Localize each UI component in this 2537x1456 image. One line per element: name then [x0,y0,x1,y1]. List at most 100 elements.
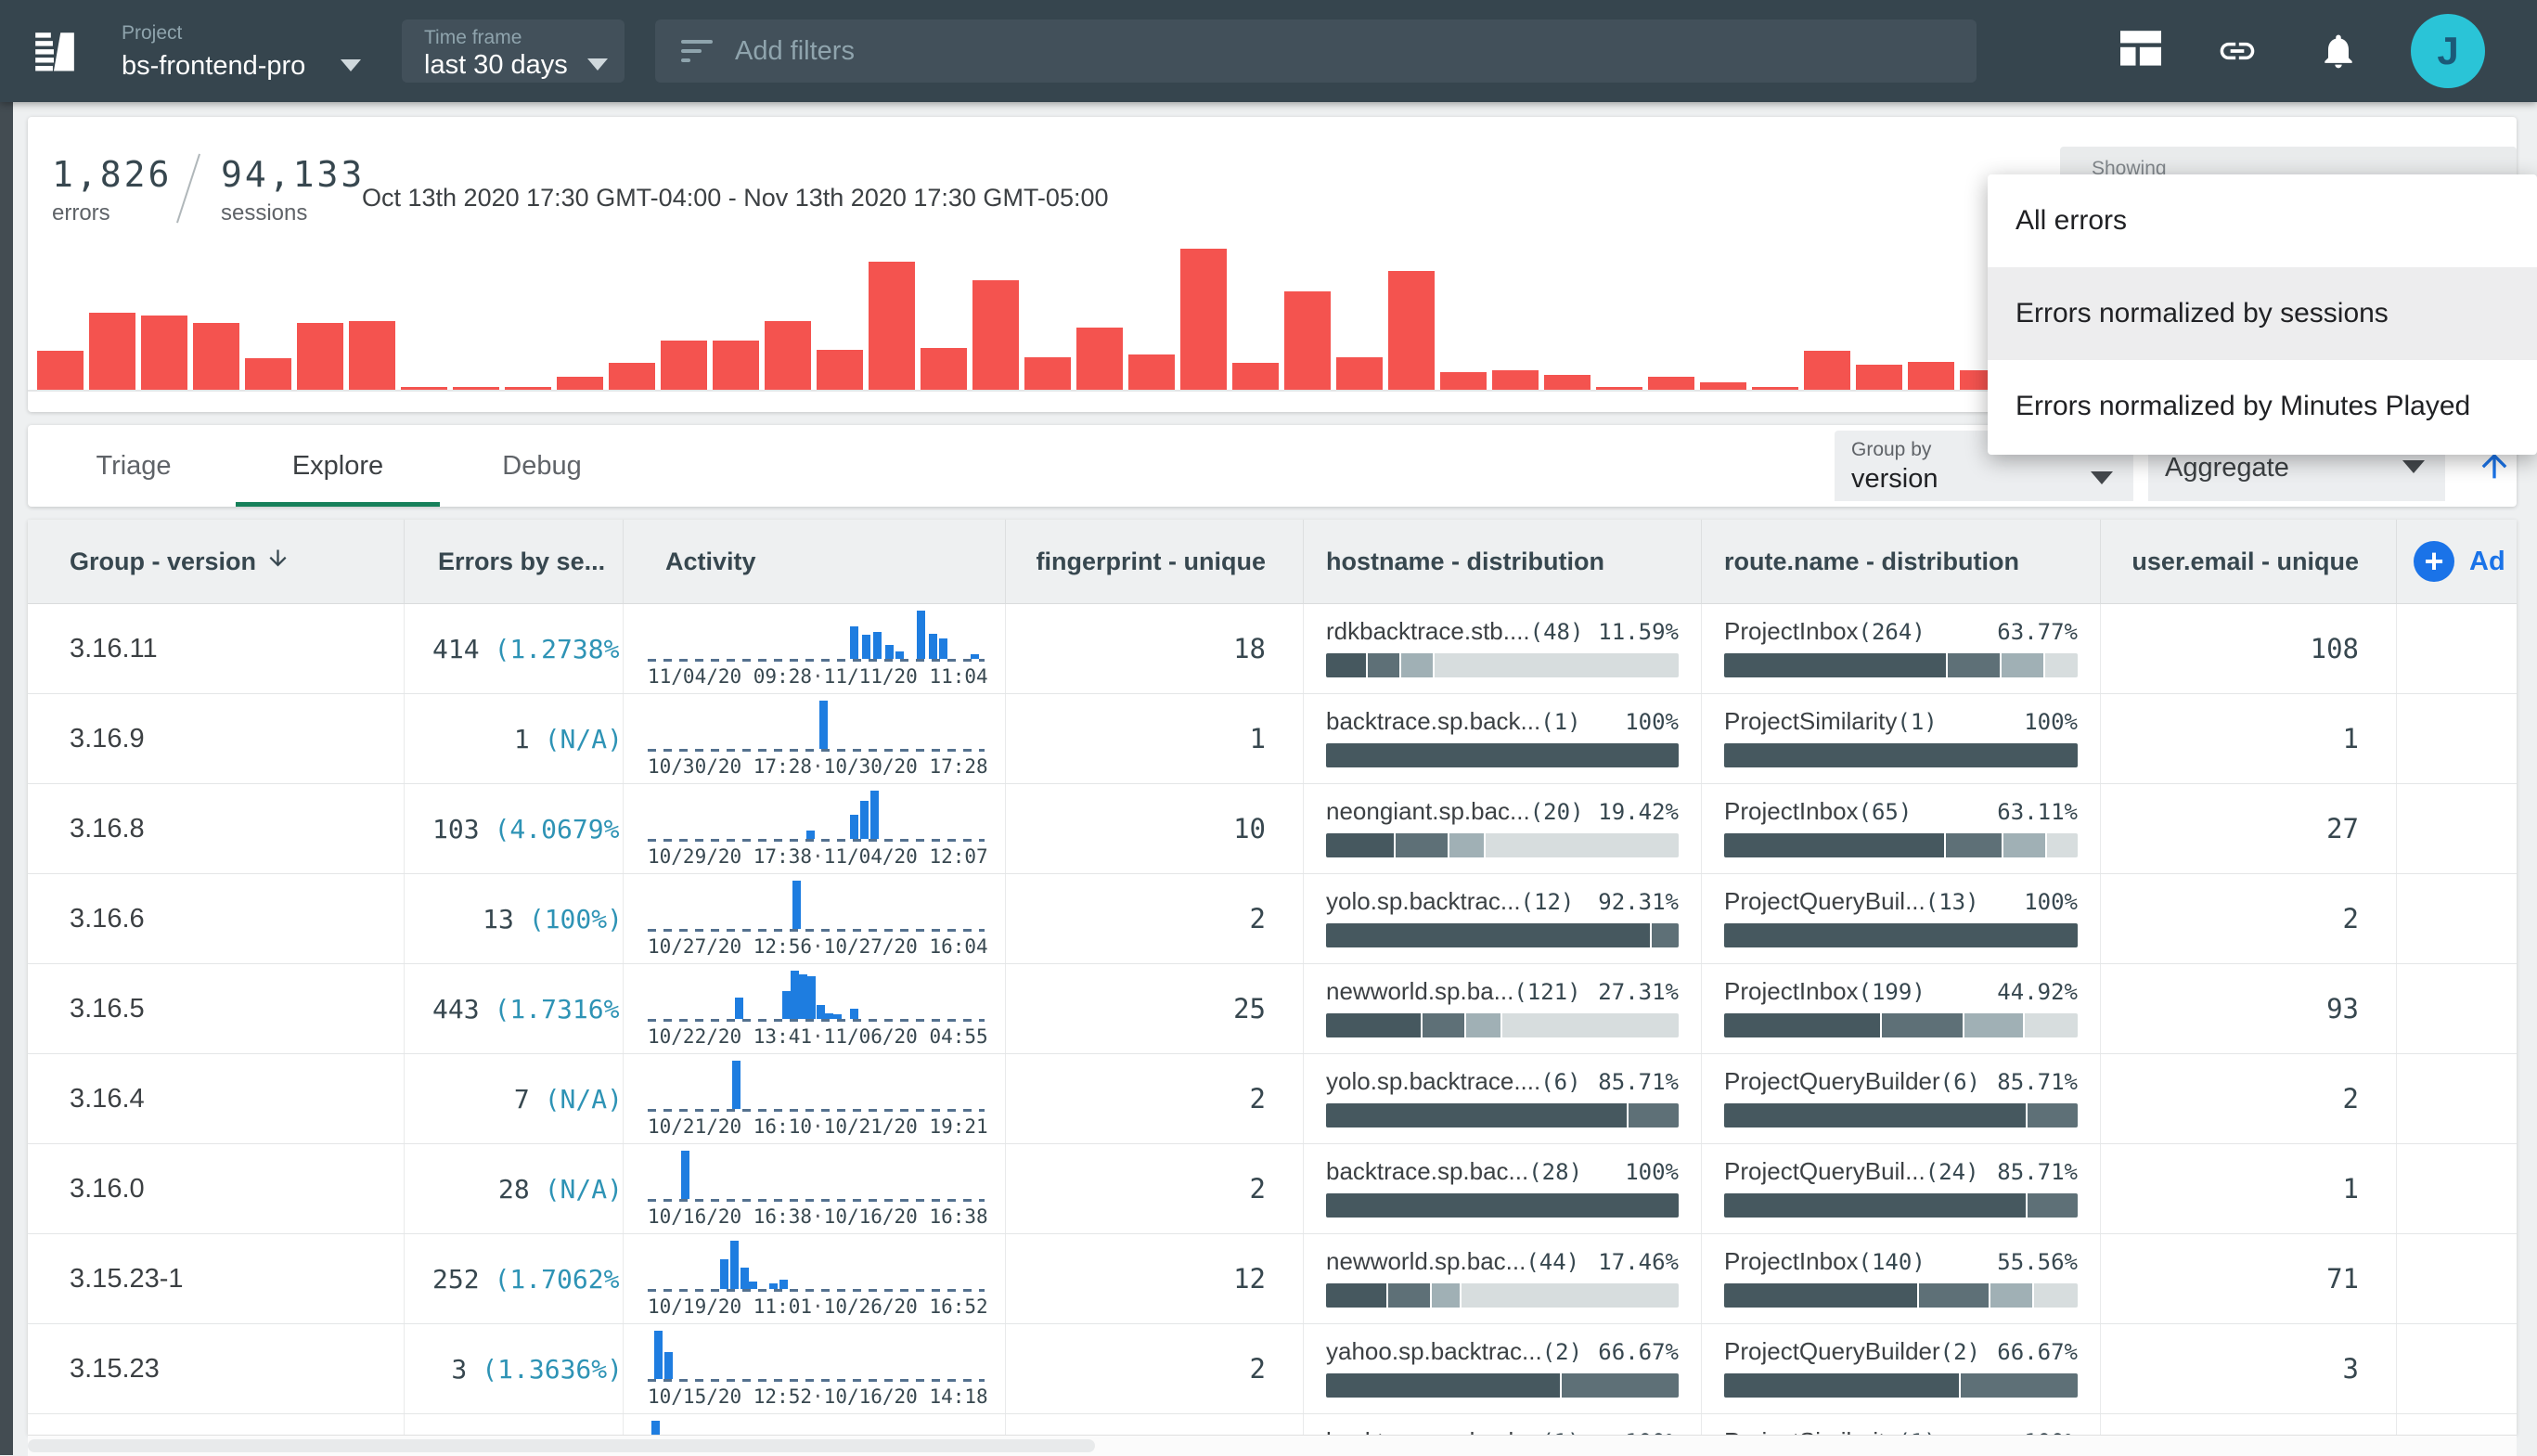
histogram-bar[interactable] [401,387,447,390]
activity-start-date: 10/16/20 16:38 [648,1205,812,1228]
histogram-bar[interactable] [609,363,655,390]
distribution-count: (1) [1540,709,1580,735]
histogram-bar[interactable] [1024,357,1071,390]
add-column-button[interactable]: +Ad [2397,520,2517,603]
timeframe-selector[interactable]: Time frame last 30 days [402,19,625,83]
distribution-count: (65) [1859,799,1912,825]
histogram-bar[interactable] [1440,372,1487,390]
link-icon[interactable] [2217,31,2258,71]
table-row[interactable]: 3.16.028(N/A)10/16/20 16:38·10/16/20 16:… [28,1144,2517,1234]
histogram-bar[interactable] [297,323,343,390]
histogram-bar[interactable] [37,351,84,390]
tab-debug[interactable]: Debug [440,425,644,507]
table-row[interactable]: 3.15.221(100%)1backtrace.sp.back...(1)10… [28,1414,2517,1435]
histogram-bar[interactable] [1492,370,1539,390]
table-row[interactable]: 3.16.91(N/A)10/30/20 17:28·10/30/20 17:2… [28,694,2517,784]
errors-percent: (N/A) [545,1084,623,1115]
distribution-count: (140) [1859,1249,1925,1275]
distribution-bar [1326,743,1679,767]
histogram-bar[interactable] [557,377,603,390]
cell-group-version: 3.16.5 [28,964,405,1053]
histogram-bar[interactable] [1388,271,1435,390]
table-row[interactable]: 3.16.8103(4.0679%)10/29/20 17:38·11/04/2… [28,784,2517,874]
column-header-5[interactable]: route.name - distribution [1702,520,2101,603]
histogram-bar[interactable] [817,350,863,390]
scrollbar-thumb[interactable] [28,1439,1095,1452]
histogram-bar[interactable] [505,387,551,390]
column-header-6[interactable]: user.email - unique [2101,520,2397,603]
histogram-bar[interactable] [1544,375,1590,390]
distribution-bar [1724,653,2078,677]
histogram-bar[interactable] [869,262,915,390]
horizontal-scrollbar[interactable] [28,1435,2517,1456]
histogram-bar[interactable] [193,323,239,390]
histogram-bar[interactable] [245,358,291,390]
activity-start-date: 10/27/20 12:56 [648,935,812,958]
table-row[interactable]: 3.15.23-1252(1.7062%)10/19/20 11:01·10/2… [28,1234,2517,1324]
histogram-bar[interactable] [1648,377,1694,390]
activity-end-date: 10/16/20 16:38 [824,1205,988,1228]
table-row[interactable]: 3.16.11414(1.2738%)11/04/20 09:28·11/11/… [28,604,2517,694]
histogram-bar[interactable] [141,316,187,390]
user-avatar[interactable]: J [2411,14,2485,88]
backtrace-logo-icon[interactable] [32,28,78,74]
distribution-bar [1326,1013,1679,1037]
histogram-bar[interactable] [1128,354,1175,390]
dashboard-layout-icon[interactable] [2120,31,2161,71]
sort-descending-icon[interactable] [265,546,290,577]
distribution-segment [1724,1013,1880,1037]
tab-triage[interactable]: Triage [32,425,236,507]
column-header-2[interactable]: Activity [624,520,1006,603]
histogram-bar[interactable] [1232,363,1279,390]
column-header-0[interactable]: Group - version [28,520,405,603]
sparkline-bar [779,1280,788,1289]
date-separator: · [812,845,824,868]
errors-histogram[interactable] [37,239,2324,390]
notifications-bell-icon[interactable] [2318,31,2359,71]
histogram-bar[interactable] [1752,387,1798,390]
histogram-bar[interactable] [765,321,811,390]
cell-group-version: 3.15.23 [28,1324,405,1413]
histogram-bar[interactable] [921,348,967,390]
column-header-1[interactable]: Errors by se... [405,520,624,603]
histogram-bar[interactable] [349,321,395,390]
histogram-bar[interactable] [1180,249,1227,390]
tab-explore[interactable]: Explore [236,425,440,507]
histogram-bar[interactable] [1700,382,1746,390]
sparkline-bar [769,1283,778,1289]
menu-item[interactable]: Errors normalized by Minutes Played [1988,360,2537,453]
distribution-segment [1466,1013,1500,1037]
filters-input[interactable]: Add filters [655,19,1977,83]
histogram-bar[interactable] [972,280,1019,390]
histogram-bar[interactable] [1284,291,1331,390]
project-selector[interactable]: Project bs-frontend-pro [122,22,305,82]
table-body: 3.16.11414(1.2738%)11/04/20 09:28·11/11/… [28,604,2517,1435]
column-header-3[interactable]: fingerprint - unique [1006,520,1304,603]
table-row[interactable]: 3.16.5443(1.7316%)10/22/20 13:41·11/06/2… [28,964,2517,1054]
histogram-bar[interactable] [1596,387,1642,390]
table-row[interactable]: 3.15.233(1.3636%)10/15/20 12:52·10/16/20… [28,1324,2517,1414]
menu-item[interactable]: All errors [1988,174,2537,267]
histogram-bar[interactable] [1908,362,1954,390]
distribution-bar [1724,1373,2078,1398]
activity-sparkline [648,784,985,842]
column-header-4[interactable]: hostname - distribution [1304,520,1702,603]
histogram-bar[interactable] [661,341,707,390]
distribution-percent: 100% [1625,709,1679,735]
histogram-bar[interactable] [1856,365,1902,390]
project-chevron-down-icon[interactable] [341,59,361,71]
histogram-bar[interactable] [453,387,499,390]
histogram-bar[interactable] [89,313,135,390]
histogram-bar[interactable] [1336,357,1383,390]
cell-user-email-unique: 1 [2101,1414,2397,1435]
cell-group-version: 3.16.4 [28,1054,405,1143]
histogram-bar[interactable] [1076,328,1123,390]
menu-item[interactable]: Errors normalized by sessions [1988,267,2537,360]
histogram-bar[interactable] [1804,351,1850,390]
activity-start-date: 10/19/20 11:01 [648,1295,812,1318]
histogram-bar[interactable] [713,341,759,390]
table-row[interactable]: 3.16.613(100%)10/27/20 12:56·10/27/20 16… [28,874,2517,964]
table-row[interactable]: 3.16.47(N/A)10/21/20 16:10·10/21/20 19:2… [28,1054,2517,1144]
distribution-count: (264) [1859,619,1925,645]
distribution-label: ProjectInbox(199)44.92% [1724,977,2078,1006]
